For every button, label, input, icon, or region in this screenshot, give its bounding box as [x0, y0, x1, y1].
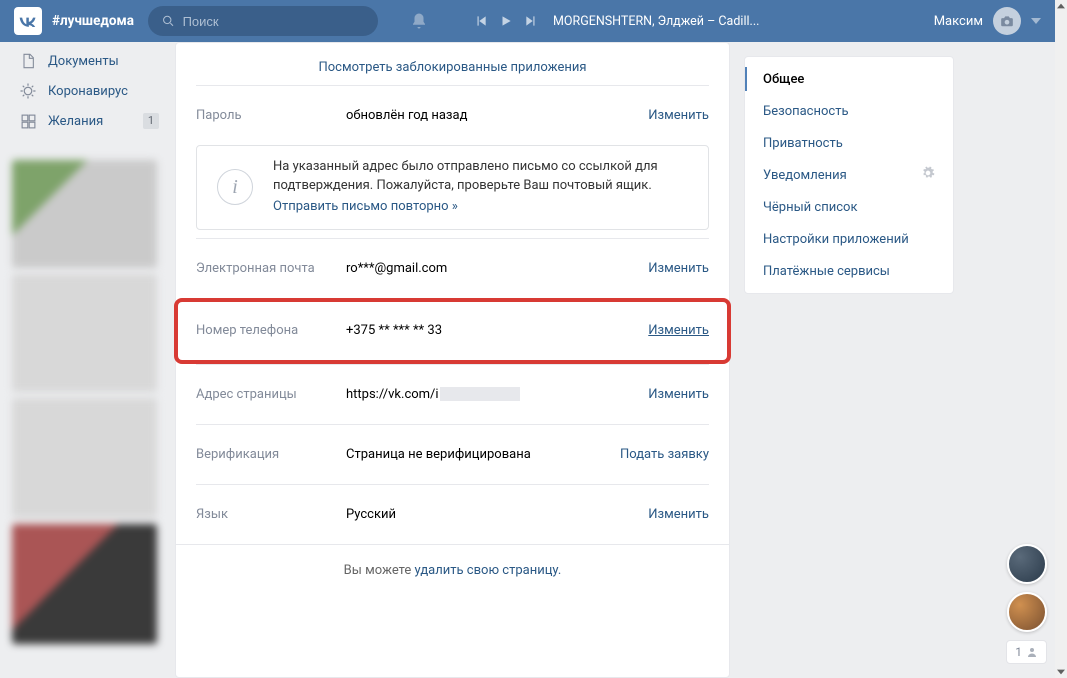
topbar: #лучшедома MORGENSHTERN, Элджей – Cadill…: [0, 0, 1055, 42]
user-menu[interactable]: Максим: [934, 7, 1041, 35]
row-label: Верификация: [196, 447, 346, 462]
tab-notifications[interactable]: Уведомления: [745, 159, 953, 191]
resend-email-link[interactable]: Отправить письмо повторно »: [273, 198, 458, 217]
row-label: Номер телефона: [196, 323, 346, 338]
setting-row-verification: Верификация Страница не верифицирована П…: [196, 424, 709, 484]
row-value: +375 ** *** ** 33: [346, 323, 648, 338]
tab-privacy[interactable]: Приватность: [745, 127, 953, 159]
scroll-down-icon[interactable]: [1055, 666, 1067, 678]
row-value: https://vk.com/i: [346, 387, 648, 402]
player-controls: MORGENSHTERN, Элджей – Cadill...: [474, 14, 759, 29]
setting-row-password: Пароль обновлён год назад Изменить: [196, 85, 709, 145]
delete-page-footer: Вы можете удалить свою страницу.: [176, 544, 729, 584]
sidebar-item-coronavirus[interactable]: Коронавирус: [12, 76, 165, 106]
tab-blacklist[interactable]: Чёрный список: [745, 191, 953, 223]
scrollbar[interactable]: [1055, 0, 1067, 678]
virus-icon: [18, 81, 38, 101]
row-label: Язык: [196, 507, 346, 522]
sidebar-item-documents[interactable]: Документы: [12, 46, 165, 76]
avatar: [993, 7, 1021, 35]
camera-icon: [999, 14, 1015, 28]
documents-icon: [18, 51, 38, 71]
track-title[interactable]: MORGENSHTERN, Элджей – Cadill...: [553, 14, 759, 29]
row-value: Страница не верифицирована: [346, 447, 620, 462]
feed-photo[interactable]: [12, 524, 157, 644]
verify-request-link[interactable]: Подать заявку: [620, 447, 709, 462]
sidebar-item-count: 1: [143, 113, 159, 129]
sidebar-item-label: Коронавирус: [48, 84, 128, 99]
tab-security[interactable]: Безопасность: [745, 95, 953, 127]
notifications-icon[interactable]: [410, 11, 428, 31]
sidebar-item-wishes[interactable]: Желания 1: [12, 106, 165, 136]
change-address-link[interactable]: Изменить: [648, 387, 709, 402]
settings-tabs: Общее Безопасность Приватность Уведомлен…: [744, 56, 954, 294]
search-box[interactable]: [148, 6, 378, 36]
friends-widget: 1: [1006, 544, 1047, 664]
sidebar-photo-feed: [12, 160, 165, 644]
sidebar-item-label: Желания: [48, 114, 103, 129]
vk-logo[interactable]: [14, 7, 42, 35]
blocked-apps-link[interactable]: Посмотреть заблокированные приложения: [196, 43, 709, 85]
wishes-icon: [18, 111, 38, 131]
logo-tag[interactable]: #лучшедома: [52, 13, 134, 29]
next-track-icon[interactable]: [524, 14, 538, 28]
setting-row-language: Язык Русский Изменить: [196, 484, 709, 544]
feed-photo[interactable]: [12, 398, 157, 518]
play-icon[interactable]: [499, 14, 513, 28]
setting-row-email: Электронная почта ro***@gmail.com Измени…: [196, 238, 709, 298]
friend-bubble[interactable]: [1007, 544, 1047, 584]
change-password-link[interactable]: Изменить: [648, 108, 709, 123]
row-value: обновлён год назад: [346, 108, 648, 123]
friends-online-button[interactable]: 1: [1006, 640, 1047, 664]
change-email-link[interactable]: Изменить: [648, 261, 709, 276]
feed-photo[interactable]: [12, 160, 157, 268]
change-phone-link[interactable]: Изменить: [648, 323, 709, 338]
notice-text: На указанный адрес было отправлено письм…: [273, 159, 658, 193]
info-icon: i: [217, 169, 253, 205]
scroll-up-icon[interactable]: [1055, 0, 1067, 12]
feed-photo[interactable]: [12, 274, 157, 392]
gear-icon[interactable]: [921, 166, 935, 184]
tab-app-settings[interactable]: Настройки приложений: [745, 223, 953, 255]
user-name: Максим: [934, 14, 983, 29]
change-language-link[interactable]: Изменить: [648, 507, 709, 522]
row-label: Адрес страницы: [196, 387, 346, 402]
settings-panel: Посмотреть заблокированные приложения Па…: [175, 42, 730, 678]
prev-track-icon[interactable]: [474, 14, 488, 28]
search-icon: [162, 14, 175, 28]
chevron-down-icon: [1031, 18, 1041, 24]
setting-row-address: Адрес страницы https://vk.com/i Изменить: [196, 364, 709, 424]
sidebar-item-label: Документы: [48, 54, 119, 69]
row-value: ro***@gmail.com: [346, 261, 648, 276]
search-input[interactable]: [183, 14, 364, 29]
row-label: Электронная почта: [196, 261, 346, 276]
sidebar: Документы Коронавирус Желания 1: [0, 42, 165, 678]
email-confirm-notice: i На указанный адрес было отправлено пис…: [196, 145, 709, 230]
friend-bubble[interactable]: [1007, 592, 1047, 632]
masked-url-part: [440, 387, 520, 401]
row-label: Пароль: [196, 108, 346, 123]
tab-payments[interactable]: Платёжные сервисы: [745, 255, 953, 287]
setting-row-phone: Номер телефона +375 ** *** ** 33 Изменит…: [174, 298, 731, 364]
person-icon: [1026, 646, 1038, 658]
row-value: Русский: [346, 507, 648, 522]
tab-general[interactable]: Общее: [745, 63, 953, 95]
delete-page-link[interactable]: удалить свою страницу.: [415, 563, 562, 578]
